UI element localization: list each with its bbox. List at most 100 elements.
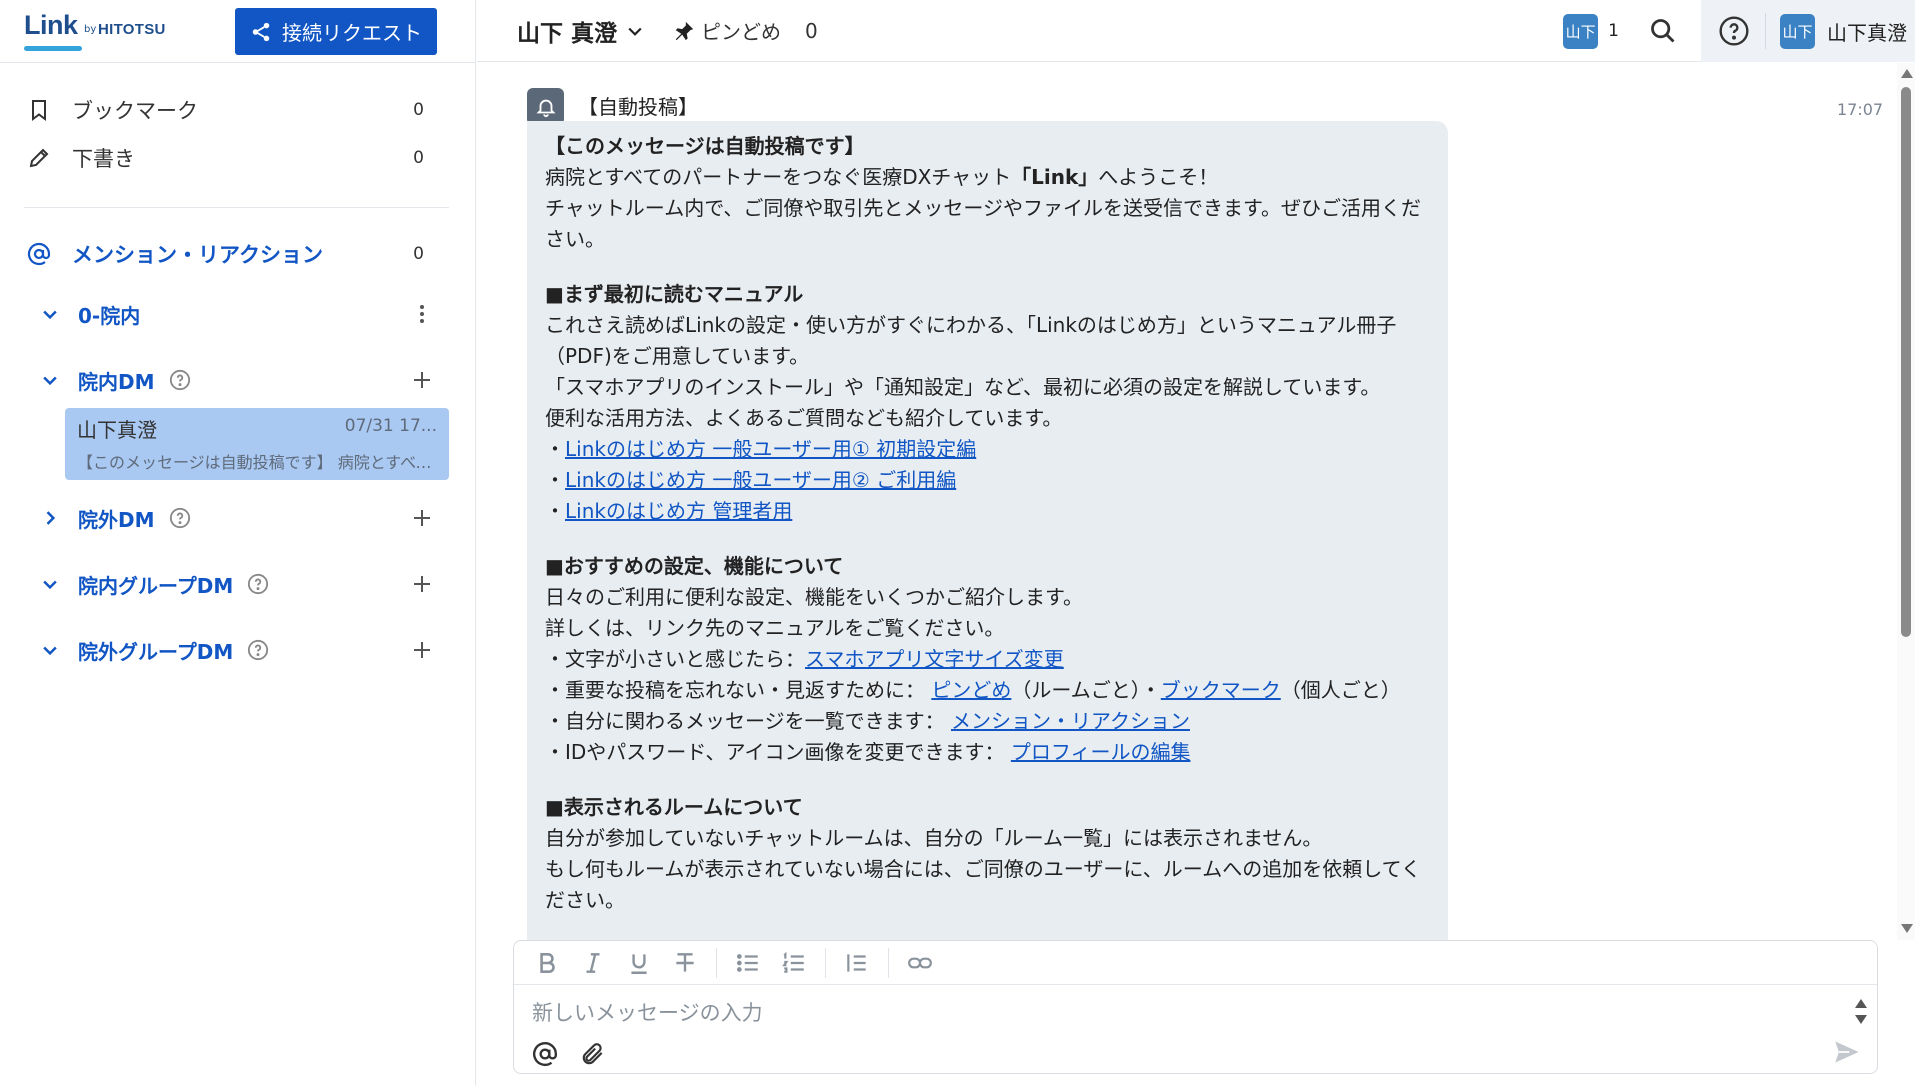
pin-link[interactable]: ピンどめ	[931, 678, 1011, 702]
link-icon[interactable]	[903, 946, 937, 980]
dm-preview: 【このメッセージは自動投稿です】 病院とすべてのパートナーをつなぐ医療DXチャッ…	[77, 453, 437, 472]
underline-icon[interactable]	[622, 946, 656, 980]
message-bubble: 【このメッセージは自動投稿です】 病院とすべてのパートナーをつなぐ医療DXチャッ…	[527, 121, 1448, 940]
help-circle-icon[interactable]	[247, 573, 269, 595]
help-circle-icon[interactable]	[169, 507, 191, 529]
header-divider	[1765, 13, 1766, 49]
message-line: これさえ読めばLinkの設定・使い方がすぐにわかる、「Linkのはじめ方」という…	[545, 313, 1397, 368]
scroll-down-arrow[interactable]	[1901, 924, 1913, 933]
section-ingai-group-dm[interactable]: 院外グループDM	[36, 631, 436, 669]
blockquote-icon[interactable]	[840, 946, 874, 980]
mention-count: 0	[413, 244, 424, 264]
message-line: ・Linkのはじめ方 管理者用	[545, 499, 793, 523]
bookmark-link[interactable]: ブックマーク	[1161, 678, 1281, 702]
chevron-down-icon[interactable]	[36, 366, 64, 394]
members-button[interactable]: 山下 1	[1563, 13, 1619, 49]
attach-icon[interactable]	[576, 1037, 610, 1071]
strikethrough-icon[interactable]	[668, 946, 702, 980]
message-line: ・自分に関わるメッセージを一覧できます： メンション・リアクション	[545, 709, 1190, 733]
scroll-thumb[interactable]	[1901, 87, 1911, 637]
toolbar-separator	[825, 947, 826, 978]
mention-link[interactable]: メンション・リアクション	[951, 709, 1190, 733]
sidebar-item-draft[interactable]: 下書き 0	[24, 138, 424, 178]
logo-company: HITOTSU	[98, 21, 166, 38]
input-resize-arrows[interactable]	[1853, 999, 1869, 1029]
composer-actions	[528, 1037, 610, 1071]
add-icon[interactable]	[408, 504, 436, 532]
section-0-innai[interactable]: 0-院内	[36, 295, 436, 333]
logo-word: Link	[24, 10, 78, 40]
connect-request-button[interactable]: 接続リクエスト	[235, 8, 437, 55]
message-line: 「スマホアプリのインストール」や「通知設定」など、最初に必須の設定を解説していま…	[545, 375, 1381, 399]
sidebar-item-mention[interactable]: メンション・リアクション 0	[24, 234, 424, 274]
pin-button[interactable]: ピンどめ 0	[673, 16, 818, 45]
section-title: 院内グループDM	[78, 573, 234, 598]
add-icon[interactable]	[408, 636, 436, 664]
message-line: 【このメッセージは自動投稿です】	[545, 134, 865, 158]
message-list[interactable]: 【自動投稿】 17:07 【このメッセージは自動投稿です】 病院とすべてのパート…	[477, 63, 1897, 940]
section-title: 院外グループDM	[78, 639, 234, 664]
message-sender: 【自動投稿】	[578, 95, 698, 119]
message-line: 病院とすべてのパートナーをつなぐ医療DXチャット「Link」へようこそ！	[545, 165, 1219, 189]
add-icon[interactable]	[408, 366, 436, 394]
message-scrollbar[interactable]	[1897, 63, 1915, 940]
add-icon[interactable]	[408, 570, 436, 598]
logo-swoosh	[24, 46, 82, 51]
room-title-dropdown[interactable]: 山下 真澄	[517, 14, 645, 48]
toolbar-separator	[888, 947, 889, 978]
mention-at-icon[interactable]	[528, 1037, 562, 1071]
at-icon	[24, 239, 54, 269]
bold-icon[interactable]	[530, 946, 564, 980]
message-line: もし何もルームが表示されていない場合には、ご同僚のユーザーに、ルームへの追加を依…	[545, 857, 1421, 912]
sidebar-item-label: メンション・リアクション	[72, 243, 323, 267]
chevron-down-icon[interactable]	[36, 570, 64, 598]
help-button[interactable]	[1717, 14, 1751, 48]
header-right: 山下 1 山下 山下真澄	[1563, 0, 1915, 62]
sidebar-separator	[24, 207, 449, 208]
sidebar-item-label: 下書き	[72, 147, 135, 171]
send-button[interactable]	[1829, 1035, 1865, 1069]
message-line: 日々のご利用に便利な設定、機能をいくつかご紹介します。	[545, 585, 1083, 609]
chevron-down-icon[interactable]	[36, 636, 64, 664]
member-avatar: 山下	[1563, 13, 1599, 49]
room-header: 山下 真澄 ピンどめ 0 山下 1 山下 山下真澄	[477, 0, 1915, 62]
section-ingai-dm[interactable]: 院外DM	[36, 499, 436, 537]
message-line: 自分が参加していないチャットルームは、自分の「ルーム一覧」には表示されません。	[545, 826, 1323, 850]
message-time: 17:07	[1837, 100, 1884, 119]
message-line: ・IDやパスワード、アイコン画像を変更できます： プロフィールの編集	[545, 740, 1191, 764]
bullet-list-icon[interactable]	[731, 946, 765, 980]
section-innai-dm[interactable]: 院内DM	[36, 361, 436, 399]
profile-edit-link[interactable]: プロフィールの編集	[1011, 740, 1191, 764]
help-circle-icon	[1719, 16, 1749, 46]
manual-link-initial-setup[interactable]: Linkのはじめ方 一般ユーザー用① 初期設定編	[565, 437, 976, 461]
search-button[interactable]	[1643, 11, 1683, 51]
share-icon	[252, 22, 270, 41]
chevron-down-icon[interactable]	[36, 300, 64, 328]
user-avatar[interactable]: 山下	[1780, 13, 1815, 49]
pencil-icon	[24, 143, 54, 173]
help-circle-icon[interactable]	[247, 639, 269, 661]
app: Link by HITOTSU 接続リクエスト ブックマーク 0 下書き 0 メ…	[0, 0, 1915, 1086]
manual-link-usage[interactable]: Linkのはじめ方 一般ユーザー用② ご利用編	[565, 468, 956, 492]
search-icon	[1651, 19, 1675, 43]
chevron-right-icon[interactable]	[36, 504, 64, 532]
message-line: ・Linkのはじめ方 一般ユーザー用② ご利用編	[545, 468, 957, 492]
manual-link-admin[interactable]: Linkのはじめ方 管理者用	[565, 499, 792, 523]
message-line: チャットルーム内で、ご同僚や取引先とメッセージやファイルを送受信できます。ぜひご…	[545, 196, 1421, 251]
sidebar-item-bookmark[interactable]: ブックマーク 0	[24, 90, 424, 130]
italic-icon[interactable]	[576, 946, 610, 980]
member-count: 1	[1608, 21, 1619, 41]
section-innai-group-dm[interactable]: 院内グループDM	[36, 565, 436, 603]
message-heading: ■まず最初に読むマニュアル	[545, 282, 804, 306]
help-circle-icon[interactable]	[169, 369, 191, 391]
numbered-list-icon[interactable]	[777, 946, 811, 980]
dm-item-yamashita[interactable]: 山下真澄 07/31 17... 【このメッセージは自動投稿です】 病院とすべて…	[65, 408, 449, 480]
scroll-up-arrow[interactable]	[1901, 69, 1913, 78]
user-name[interactable]: 山下真澄	[1827, 17, 1907, 46]
format-toolbar	[514, 941, 1877, 985]
logo-by: by	[84, 24, 97, 35]
font-size-link[interactable]: スマホアプリ文字サイズ変更	[805, 647, 1064, 671]
message-input[interactable]	[532, 995, 1792, 1031]
brand-logo[interactable]: Link by HITOTSU	[24, 8, 174, 54]
kebab-menu-icon[interactable]	[408, 300, 436, 328]
